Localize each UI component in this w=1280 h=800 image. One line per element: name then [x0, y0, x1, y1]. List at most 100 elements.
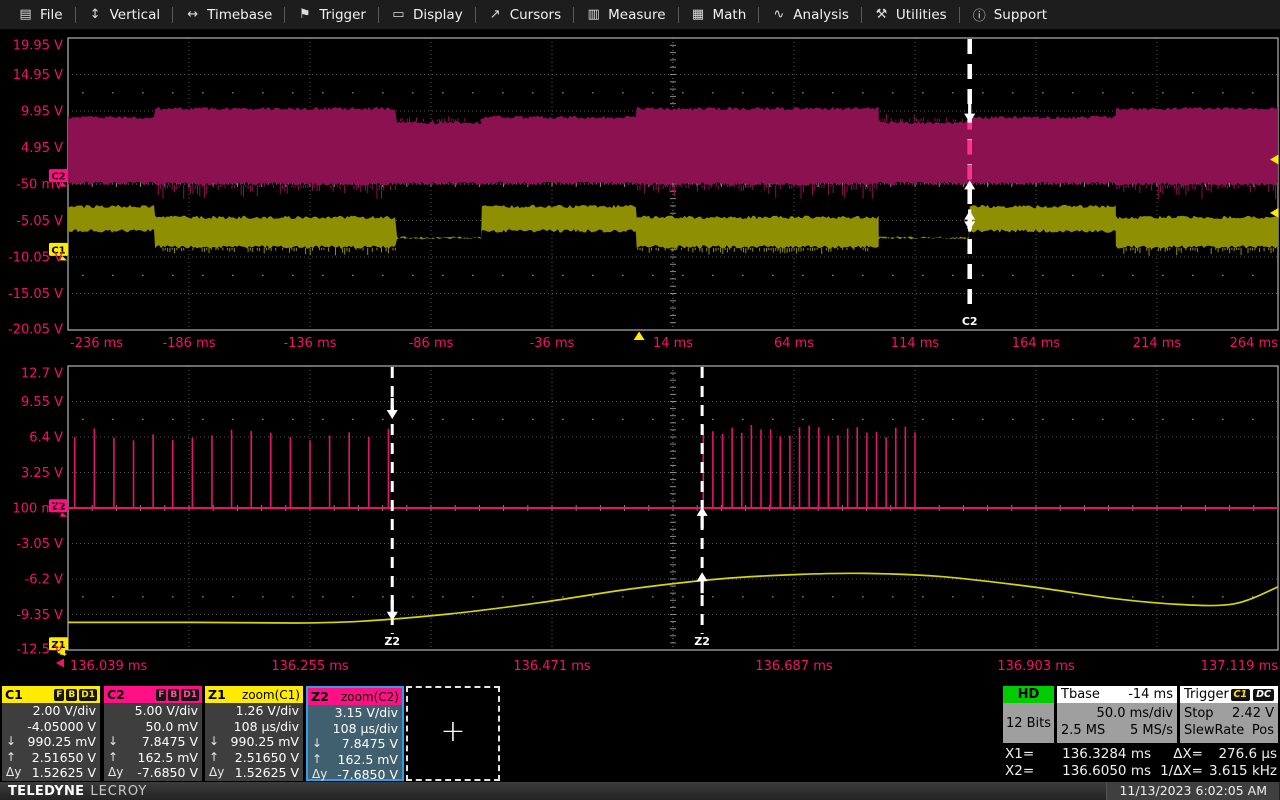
display-monitor-icon: ▭: [391, 7, 406, 22]
file-icon: ▤: [18, 7, 33, 22]
descriptor-row: ↑2.51650 V: [205, 750, 303, 766]
dot-row: [322, 92, 324, 93]
dot-row: [1072, 92, 1074, 93]
dot-row: [532, 419, 534, 420]
y-axis-label: -15.05 V: [8, 287, 63, 302]
descriptor-row-value: 7.8475 V: [142, 734, 198, 750]
dot-row: [892, 92, 894, 93]
descriptor-row: Δy-7.6850 V: [308, 767, 402, 783]
trigger-descriptor[interactable]: Trigger C1 DC Stop 2.42 V SlewRate Pos: [1180, 686, 1278, 743]
timebase-samples: 2.5 MS: [1061, 722, 1105, 739]
menu-item-utilities[interactable]: ⚒Utilities: [862, 0, 959, 30]
dot-row: [442, 596, 444, 597]
trace-badge-f: F: [54, 689, 64, 701]
dot-row: [1012, 596, 1014, 597]
x-axis-label: -236 ms: [70, 336, 123, 351]
descriptor-z1[interactable]: Z1zoom(C1)1.26 V/div108 µs/div↓990.25 mV…: [205, 686, 303, 781]
brand-secondary: LECROY: [90, 784, 147, 799]
descriptor-z2[interactable]: Z2zoom(C2)3.15 V/div108 µs/div↓7.8475 V↑…: [306, 686, 404, 781]
dot-row: [412, 92, 414, 93]
descriptor-row-value: 162.5 mV: [138, 750, 199, 766]
descriptor-row-key: ↑: [209, 750, 219, 766]
descriptor-row: ↓990.25 mV: [205, 734, 303, 750]
descriptor-row: Δy-7.6850 V: [104, 765, 202, 781]
dot-row: [352, 92, 354, 93]
descriptor-row-key: ↑: [6, 750, 16, 766]
descriptor-header: Z1zoom(C1): [205, 686, 303, 703]
x2-label: X2=: [1005, 763, 1045, 780]
menu-item-analysis[interactable]: ∿Analysis: [759, 0, 861, 30]
descriptor-row: Δy1.52625 V: [205, 765, 303, 781]
menu-item-timebase[interactable]: ↔Timebase: [173, 0, 284, 30]
horizontal-arrows-icon: ↔: [185, 7, 200, 22]
dot-row: [952, 92, 954, 93]
dot-row: [322, 275, 324, 276]
status-bar: TELEDYNE LECROY 11/13/2023 6:02:05 AM: [0, 782, 1280, 800]
menu-item-file[interactable]: ▤File: [6, 0, 75, 30]
x-axis-label: -36 ms: [530, 336, 575, 351]
dot-row: [862, 596, 864, 597]
y-axis-label: 3.25 V: [21, 466, 63, 481]
timebase-descriptor[interactable]: Tbase -14 ms 50.0 ms/div 2.5 MS 5 MS/s: [1057, 686, 1177, 743]
dot-row: [352, 596, 354, 597]
menu-item-display[interactable]: ▭Display: [379, 0, 475, 30]
dot-row: [832, 92, 834, 93]
x-axis-label: -186 ms: [162, 336, 215, 351]
menu-item-label: Cursors: [510, 7, 561, 23]
x1-label: X1=: [1005, 746, 1045, 763]
x-axis-label: 114 ms: [891, 336, 940, 351]
dot-row: [382, 419, 384, 420]
menu-item-vertical[interactable]: ↕Vertical: [76, 0, 173, 30]
trace-id: C2: [107, 687, 125, 702]
dot-row: [1132, 419, 1134, 420]
descriptor-row: -4.05000 V: [2, 719, 100, 735]
dot-row: [592, 92, 594, 93]
dot-row: [862, 419, 864, 420]
descriptor-row: 5.00 V/div: [104, 703, 202, 719]
y-axis-label: 19.95 V: [13, 39, 63, 54]
dot-row: [1252, 419, 1254, 420]
y-axis-label: -50 mV: [16, 178, 63, 193]
dot-row: [982, 275, 984, 276]
descriptor-row-key: ↓: [209, 734, 219, 750]
dot-row: [802, 92, 804, 93]
dot-row: [472, 92, 474, 93]
dot-row: [652, 92, 654, 93]
descriptor-row-value: -4.05000 V: [27, 719, 96, 735]
trigger-position-marker[interactable]: [634, 332, 645, 341]
descriptor-row: 1.26 V/div: [205, 703, 303, 719]
y-axis-label: 9.95 V: [21, 105, 63, 120]
descriptor-row: 108 µs/div: [205, 719, 303, 735]
x-axis-label: -136 ms: [283, 336, 336, 351]
dot-row: [262, 419, 264, 420]
menu-item-label: Math: [713, 7, 747, 23]
dot-row: [352, 419, 354, 420]
descriptor-c2[interactable]: C2FBD15.00 V/div50.0 mV↓7.8475 V↑162.5 m…: [104, 686, 202, 781]
menu-item-support[interactable]: ⓘSupport: [960, 0, 1059, 30]
hd-mode-box[interactable]: HD 12 Bits: [1003, 686, 1054, 743]
x1-value: 136.3284 ms: [1045, 746, 1151, 763]
timebase-scale: 50.0 ms/div: [1097, 705, 1173, 722]
menu-item-measure[interactable]: ▥Measure: [574, 0, 677, 30]
descriptor-row-value: 7.8475 V: [342, 736, 398, 752]
dot-row: [982, 92, 984, 93]
trace-badge-d1: D1: [181, 689, 199, 701]
descriptor-c1[interactable]: C1FBD12.00 V/div-4.05000 V↓990.25 mV↑2.5…: [2, 686, 100, 781]
menu-item-trigger[interactable]: ⚑Trigger: [285, 0, 378, 30]
dot-row: [202, 275, 204, 276]
y-axis-label: 4.95 V: [21, 141, 63, 156]
descriptor-row-key: ↓: [312, 736, 322, 752]
dot-row: [712, 92, 714, 93]
descriptor-row-key: Δy: [6, 765, 21, 781]
menu-item-math[interactable]: ▦Math: [679, 0, 759, 30]
menu-item-cursors[interactable]: ↗Cursors: [476, 0, 573, 30]
menu-item-label: Support: [994, 7, 1047, 23]
dot-row: [532, 596, 534, 597]
trigger-mode: Stop: [1184, 705, 1214, 722]
y-axis-label: -3.05 V: [16, 537, 63, 552]
add-trace-button[interactable]: +: [406, 686, 500, 781]
dot-row: [922, 275, 924, 276]
trace-badge-b: B: [168, 689, 179, 701]
descriptor-row: 108 µs/div: [308, 721, 402, 737]
dot-row: [862, 92, 864, 93]
